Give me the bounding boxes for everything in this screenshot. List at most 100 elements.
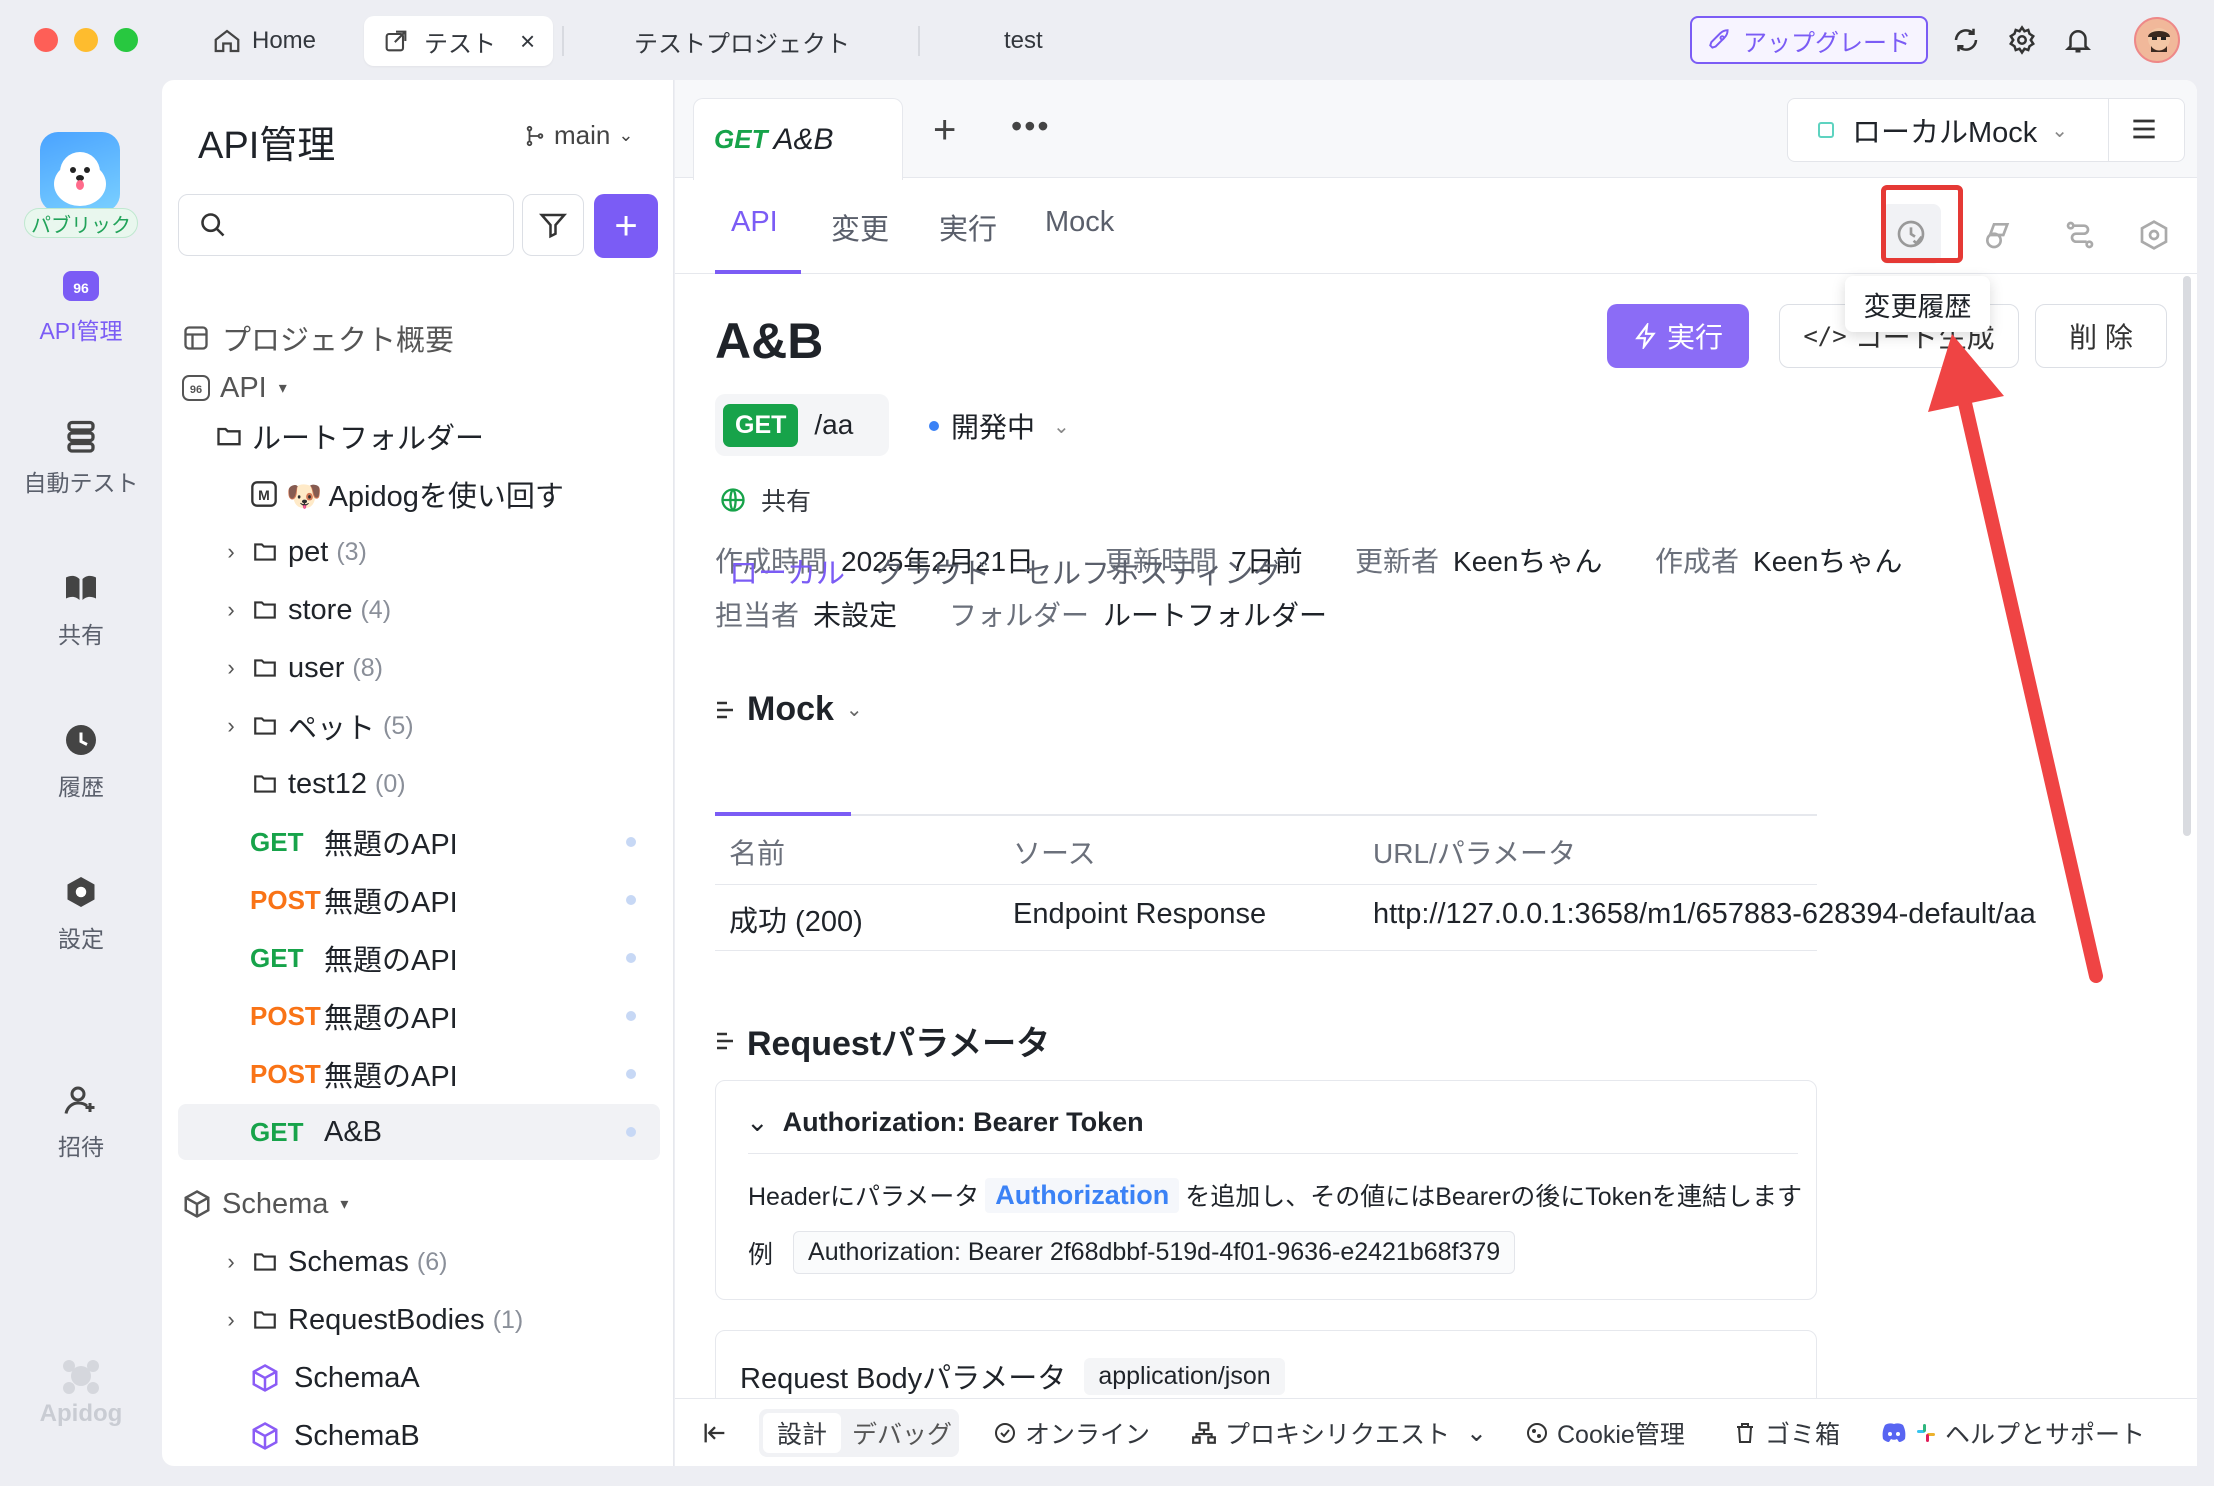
rail-item-settings[interactable]: 設定 [0,874,162,954]
col-header-source: ソース [1013,838,1096,869]
project-logo[interactable] [40,132,120,212]
trash[interactable]: ゴミ箱 [1733,1399,1840,1467]
rail-item-api-management[interactable]: 96 API管理 [0,268,162,346]
auth-example: 例 Authorization: Bearer 2f68dbbf-519d-4f… [748,1231,1516,1274]
sub-tab-changes[interactable]: 変更 [831,206,889,248]
mock-tab-indicator [715,812,851,816]
status-dot [626,1069,636,1079]
more-tabs-button[interactable]: ••• [1011,108,1051,145]
api-icon: 96 [63,271,99,301]
schema-group[interactable]: Schema ▾ [178,1176,660,1232]
tree-item-label: 🐶 Apidogを使い回す [286,481,564,513]
trash-label: ゴミ箱 [1765,1421,1841,1449]
online-status[interactable]: オンライン [993,1399,1150,1467]
tree-item-label: SchemaB [294,1419,420,1452]
sub-tab-mock[interactable]: Mock [1045,206,1114,239]
tree-folder-pets-jp[interactable]: › ペット (5) [178,698,660,754]
tab-test-project[interactable]: テストプロジェクト [634,16,850,66]
method-badge: GET [250,942,304,973]
mock-tab-self-hosting[interactable]: セルフホスティング [1023,550,1282,592]
upgrade-button[interactable]: アップグレード [1690,16,1928,64]
mode-design-label: 設計 [776,1421,827,1449]
tree-item-count: (3) [336,537,367,566]
mode-design[interactable]: 設計 [763,1413,841,1453]
tree-item-label: test12 [288,767,367,800]
chevron-right-icon[interactable]: › [216,1249,246,1275]
rail-item-history[interactable]: 履歴 [0,722,162,802]
collapse-sidebar-icon[interactable] [701,1399,729,1467]
branch-selector[interactable]: main ⌄ [524,120,633,151]
rail-item-share[interactable]: 共有 [0,570,162,650]
vertical-scrollbar[interactable] [2183,276,2191,836]
auth-card-header[interactable]: ⌄ Authorization: Bearer Token [746,1107,1144,1138]
add-button[interactable]: + [594,194,658,258]
add-user-icon [64,1086,95,1114]
creator: 作成者 Keenちゃん [1655,540,1902,580]
tree-folder-store[interactable]: › store (4) [178,582,660,638]
endpoint-row[interactable]: POST 無題のAPI [178,1046,660,1102]
root-folder[interactable]: ルートフォルダー [178,408,660,464]
sub-tab-api[interactable]: API [731,206,778,239]
close-window-button[interactable] [34,28,58,52]
close-tab-icon[interactable]: × [520,26,535,57]
copy-shapes-icon[interactable] [1973,210,2023,260]
hamburger-menu-icon[interactable] [2128,113,2160,150]
help-support[interactable]: ヘルプとサポート [1881,1399,2145,1467]
environment-selector[interactable]: ローカルMock ⌄ [1787,98,2185,162]
auth-title: Authorization: Bearer Token [782,1107,1144,1137]
new-tab-button[interactable]: + [933,108,956,153]
endpoint-row-selected[interactable]: GET A&B [178,1104,660,1160]
tree-folder-request-bodies[interactable]: › RequestBodies (1) [178,1292,660,1348]
endpoint-row[interactable]: GET 無題のAPI [178,814,660,870]
search-input[interactable] [178,194,514,256]
chevron-right-icon[interactable]: › [216,539,246,565]
sync-icon[interactable] [1948,22,1984,58]
run-button[interactable]: 実行 [1607,304,1749,368]
settings-circle-icon[interactable] [2129,210,2179,260]
status-selector[interactable]: 開発中 ⌄ [929,406,1070,446]
tree-folder-user[interactable]: › user (8) [178,640,660,696]
gear-icon[interactable] [2004,22,2040,58]
rail-label: 招待 [58,1134,104,1160]
minimize-window-button[interactable] [74,28,98,52]
mode-debug[interactable]: デバッグ [849,1413,955,1453]
folder: フォルダー ルートフォルダー [949,594,1327,634]
annotation-arrow [1928,334,2103,983]
tree-item-apidog-doc[interactable]: M 🐶 Apidogを使い回す [178,466,660,522]
rail-item-auto-test[interactable]: 自動テスト [0,418,162,498]
cookie-management[interactable]: Cookie管理 [1525,1399,1685,1467]
tree-folder-test12[interactable]: test12 (0) [178,756,660,812]
user-avatar[interactable] [2134,17,2180,63]
filter-button[interactable] [522,194,584,256]
chevron-right-icon[interactable]: › [216,597,246,623]
method-badge: POST [250,884,321,915]
svg-text:96: 96 [190,384,202,396]
endpoint-row[interactable]: POST 無題のAPI [178,988,660,1044]
mock-section-title[interactable]: Mock ⌄ [715,690,863,729]
upgrade-label: アップグレード [1743,29,1911,57]
sub-tab-run[interactable]: 実行 [939,206,997,248]
chevron-right-icon[interactable]: › [216,1307,246,1333]
endpoint-row[interactable]: GET 無題のAPI [178,930,660,986]
rail-item-invite[interactable]: 招待 [0,1082,162,1162]
project-overview[interactable]: プロジェクト概要 [178,310,660,366]
schema-item[interactable]: SchemaA [178,1350,660,1406]
proxy-request[interactable]: プロキシリクエスト ⌄ [1191,1399,1487,1467]
folder-icon [254,1253,276,1271]
mock-tab-cloud[interactable]: クラウド [875,550,991,592]
zoom-window-button[interactable] [114,28,138,52]
tree-folder-pet[interactable]: › pet (3) [178,524,660,580]
chevron-right-icon[interactable]: › [216,713,246,739]
tree-folder-schemas[interactable]: › Schemas (6) [178,1234,660,1290]
endpoint-row[interactable]: POST 無題のAPI [178,872,660,928]
run-button-label: 実行 [1666,322,1723,353]
doc-tab-active[interactable]: GET A&B [693,98,903,180]
tab-test-lower[interactable]: test [1004,16,1043,66]
mock-tab-local[interactable]: ローカル [729,550,845,592]
chevron-right-icon[interactable]: › [216,655,246,681]
tab-home[interactable]: Home [212,16,316,66]
flow-icon[interactable] [2055,210,2105,260]
tab-test[interactable]: テスト × [364,16,554,66]
bell-icon[interactable] [2060,22,2096,58]
schema-item[interactable]: SchemaB [178,1408,660,1464]
